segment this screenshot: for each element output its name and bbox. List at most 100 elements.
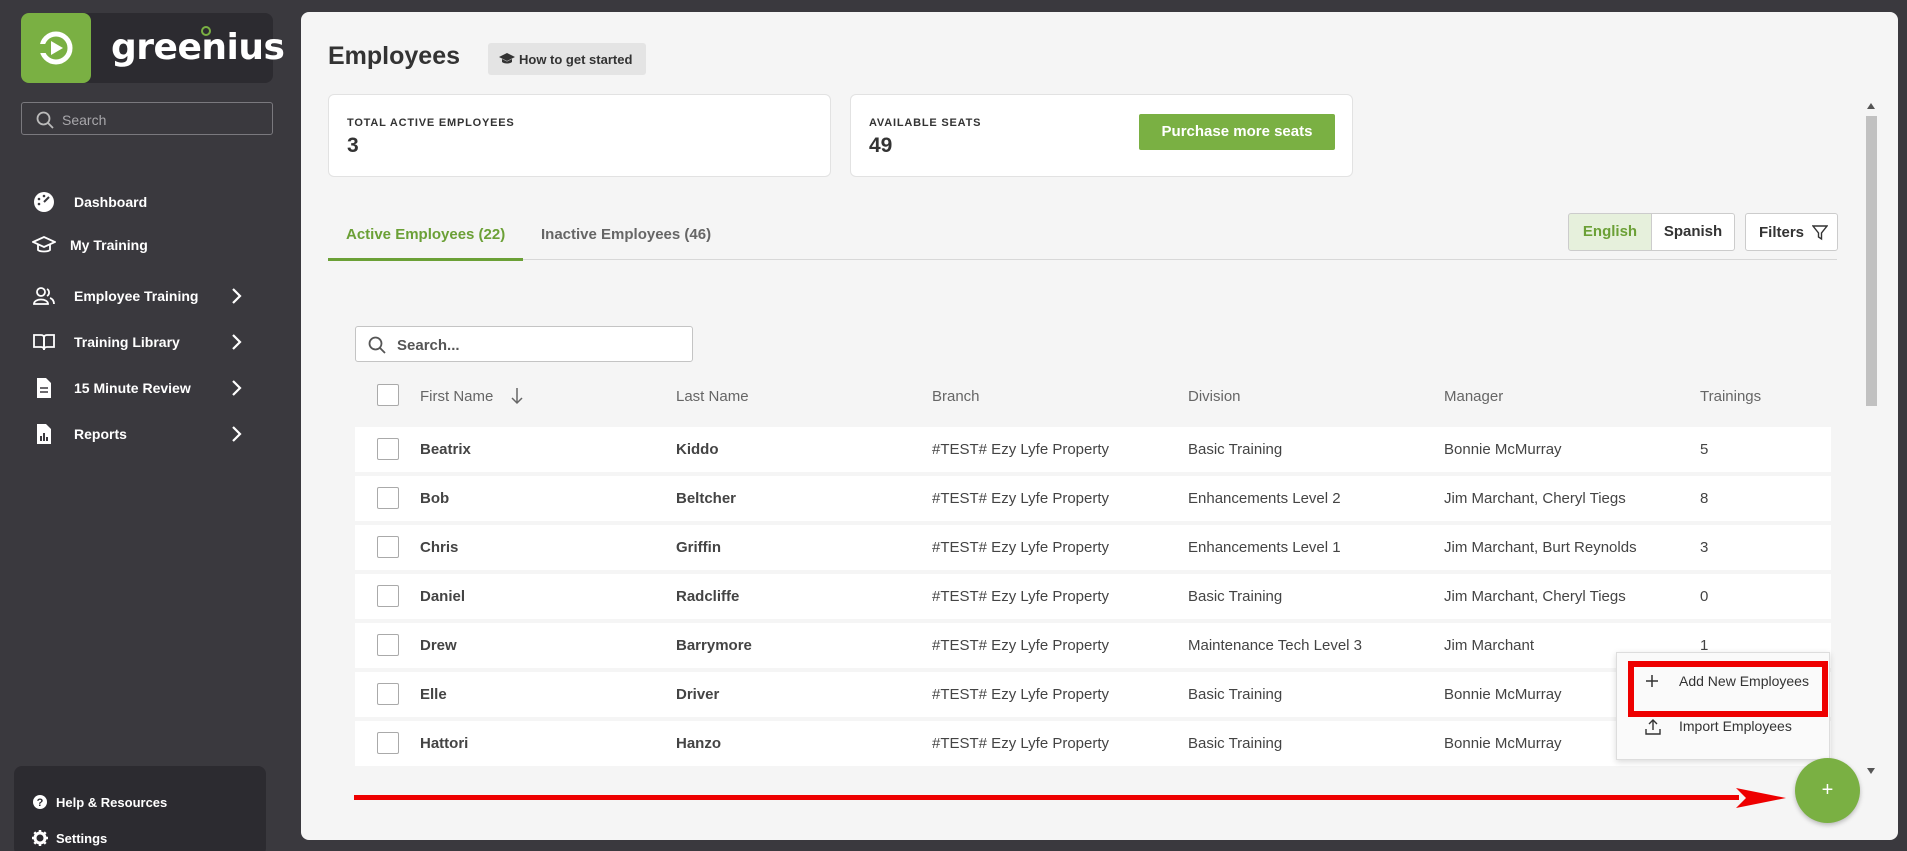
table-search-input[interactable]: Search...	[355, 326, 693, 362]
document-icon	[37, 378, 51, 398]
how-to-get-started-button[interactable]: How to get started	[488, 43, 646, 75]
cell-manager: Bonnie McMurray	[1444, 686, 1562, 703]
cell-branch: #TEST# Ezy Lyfe Property	[932, 637, 1110, 654]
table-row[interactable]: Chris Griffin #TEST# Ezy Lyfe Property Enha…	[355, 525, 1831, 570]
sidebar-item-label: Training Library	[74, 334, 180, 350]
select-all-checkbox[interactable]	[377, 384, 399, 406]
tab-inactive-employees[interactable]: Inactive Employees (46)	[541, 226, 711, 243]
sort-down-arrow-icon[interactable]	[510, 387, 524, 405]
annotation-highlight-box	[1628, 661, 1828, 717]
language-spanish-button[interactable]: Spanish	[1651, 213, 1735, 251]
row-checkbox[interactable]	[377, 732, 399, 754]
sidebar-item-label: Dashboard	[74, 194, 148, 210]
available-seats-card: AVAILABLE SEATS 49 Purchase more seats	[850, 94, 1353, 177]
settings-label: Settings	[56, 831, 108, 846]
table-row[interactable]: Elle Driver #TEST# Ezy Lyfe Property Basic …	[355, 672, 1831, 717]
row-checkbox[interactable]	[377, 634, 399, 656]
chevron-right-icon	[232, 334, 242, 350]
tabs-divider	[328, 259, 1837, 260]
sidebar-footer: ? Help & Resources Settings	[14, 766, 266, 851]
chevron-right-icon	[232, 380, 242, 396]
gauge-icon	[34, 192, 54, 212]
cell-last-name: Barrymore	[676, 637, 752, 654]
cell-last-name: Kiddo	[676, 441, 719, 458]
page-title: Employees	[328, 42, 461, 70]
sidebar: greenius Search Dashboard My Training Em…	[0, 0, 300, 851]
row-checkbox[interactable]	[377, 585, 399, 607]
total-active-employees-card: TOTAL ACTIVE EMPLOYEES 3	[328, 94, 831, 177]
row-checkbox[interactable]	[377, 438, 399, 460]
table-row[interactable]: Hattori Hanzo #TEST# Ezy Lyfe Property Basi…	[355, 721, 1831, 766]
stat-value: 3	[347, 134, 359, 157]
main-panel: Employees How to get started TOTAL ACTIV…	[301, 12, 1898, 840]
graduation-cap-icon	[32, 236, 56, 253]
cell-manager: Bonnie McMurray	[1444, 441, 1562, 458]
chevron-right-icon	[232, 426, 242, 442]
sidebar-item-employee-training[interactable]: Employee Training	[32, 284, 252, 308]
row-checkbox[interactable]	[377, 536, 399, 558]
purchase-more-seats-button[interactable]: Purchase more seats	[1139, 114, 1335, 150]
column-header-last-name[interactable]: Last Name	[676, 388, 749, 405]
cell-last-name: Hanzo	[676, 735, 721, 752]
sidebar-item-label: Employee Training	[74, 288, 199, 304]
annotation-arrow-line	[354, 795, 1739, 800]
chevron-right-icon	[232, 288, 242, 304]
gear-icon	[32, 830, 48, 846]
cell-division: Enhancements Level 2	[1188, 490, 1341, 507]
cell-manager: Jim Marchant, Burt Reynolds	[1444, 539, 1637, 556]
cell-branch: #TEST# Ezy Lyfe Property	[932, 490, 1110, 507]
table-row[interactable]: Daniel Radcliffe #TEST# Ezy Lyfe Property B…	[355, 574, 1831, 619]
column-header-branch[interactable]: Branch	[932, 388, 980, 405]
cell-last-name: Griffin	[676, 539, 721, 556]
annotation-arrow-head-icon	[1736, 788, 1786, 808]
sidebar-item-reports[interactable]: Reports	[32, 422, 252, 446]
table-row[interactable]: Bob Beltcher #TEST# Ezy Lyfe Property Enhan…	[355, 476, 1831, 521]
cell-last-name: Beltcher	[676, 490, 737, 507]
cell-trainings: 3	[1700, 539, 1709, 556]
filters-button[interactable]: Filters	[1745, 213, 1838, 251]
table-row[interactable]: Drew Barrymore #TEST# Ezy Lyfe Property Mai…	[355, 623, 1831, 668]
language-english-button[interactable]: English	[1568, 213, 1652, 251]
stat-value: 49	[869, 134, 893, 157]
cell-branch: #TEST# Ezy Lyfe Property	[932, 441, 1110, 458]
sidebar-item-my-training[interactable]: My Training	[32, 233, 252, 257]
filters-label: Filters	[1759, 224, 1805, 241]
column-header-trainings[interactable]: Trainings	[1700, 388, 1761, 405]
users-icon	[33, 287, 55, 305]
sidebar-item-label: 15 Minute Review	[74, 380, 191, 396]
scroll-down-arrow-icon[interactable]	[1866, 767, 1876, 775]
sidebar-item-15-minute-review[interactable]: 15 Minute Review	[32, 376, 252, 400]
filter-icon	[1812, 225, 1828, 241]
sidebar-item-dashboard[interactable]: Dashboard	[32, 190, 252, 214]
logo-dot-icon	[201, 26, 211, 36]
table-row[interactable]: Beatrix Kiddo #TEST# Ezy Lyfe Property Basi…	[355, 427, 1831, 472]
cell-manager: Jim Marchant, Cheryl Tiegs	[1444, 588, 1626, 605]
upload-icon	[1645, 719, 1661, 735]
column-header-division[interactable]: Division	[1188, 388, 1241, 405]
help-resources-label: Help & Resources	[56, 795, 168, 810]
cell-first-name: Daniel	[420, 588, 466, 605]
logo[interactable]: greenius	[21, 13, 285, 83]
cell-branch: #TEST# Ezy Lyfe Property	[932, 686, 1110, 703]
sidebar-search-input[interactable]: Search	[21, 102, 273, 135]
floating-add-button[interactable]: +	[1795, 758, 1860, 823]
sidebar-item-label: My Training	[70, 237, 148, 253]
cell-first-name: Beatrix	[420, 441, 471, 458]
cell-trainings: 0	[1700, 588, 1709, 605]
report-icon	[37, 424, 51, 444]
cell-division: Enhancements Level 1	[1188, 539, 1341, 556]
brand-name: greenius	[111, 27, 285, 68]
row-checkbox[interactable]	[377, 683, 399, 705]
tab-active-employees[interactable]: Active Employees (22)	[346, 226, 505, 243]
help-icon: ?	[33, 795, 47, 809]
cell-last-name: Radcliffe	[676, 588, 740, 605]
svg-text:?: ?	[37, 797, 44, 809]
scrollbar-thumb[interactable]	[1866, 116, 1877, 406]
row-checkbox[interactable]	[377, 487, 399, 509]
column-header-first-name[interactable]: First Name	[420, 388, 493, 405]
scroll-up-arrow-icon[interactable]	[1866, 102, 1876, 110]
cell-division: Basic Training	[1188, 441, 1283, 458]
cell-branch: #TEST# Ezy Lyfe Property	[932, 539, 1110, 556]
column-header-manager[interactable]: Manager	[1444, 388, 1503, 405]
sidebar-item-training-library[interactable]: Training Library	[32, 330, 252, 354]
